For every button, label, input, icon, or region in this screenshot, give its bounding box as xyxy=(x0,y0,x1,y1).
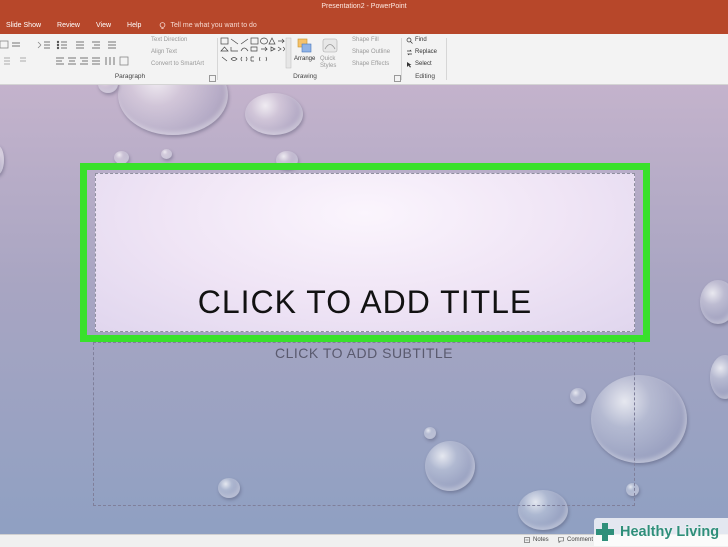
select-button[interactable]: Select xyxy=(415,61,432,67)
group-divider xyxy=(446,38,447,80)
shape-effects-button[interactable]: Shape Effects xyxy=(352,61,389,67)
subtitle-placeholder-text: CLICK TO ADD SUBTITLE xyxy=(274,345,454,361)
tab-slide-show[interactable]: Slide Show xyxy=(6,22,41,29)
quick-styles-button[interactable]: Quick Styles xyxy=(320,56,342,70)
title-placeholder[interactable]: CLICK TO ADD TITLE xyxy=(95,173,635,332)
align-text-button[interactable]: Align Text xyxy=(151,49,177,55)
lightbulb-icon xyxy=(160,21,166,29)
group-divider xyxy=(217,38,218,80)
convert-smartart-button[interactable]: Convert to SmartArt xyxy=(151,61,204,67)
editing-group-label: Editing xyxy=(415,73,435,80)
subtitle-placeholder[interactable]: CLICK TO ADD SUBTITLE xyxy=(93,342,635,506)
watermark-text: Healthy Living xyxy=(620,524,720,540)
shape-fill-button[interactable]: Shape Fill xyxy=(352,37,379,43)
quick-styles-icon[interactable] xyxy=(321,37,339,55)
ribbon-tabs: Slide Show Review View Help Tell me what… xyxy=(0,17,728,34)
water-drop xyxy=(710,355,728,399)
notes-icon xyxy=(524,537,530,543)
drawing-dialog-launcher[interactable] xyxy=(394,75,401,82)
replace-button[interactable]: Replace xyxy=(415,49,437,55)
water-drop xyxy=(245,93,303,135)
group-divider xyxy=(401,38,402,80)
health-cross-icon xyxy=(596,523,614,541)
water-drop xyxy=(0,145,4,175)
comments-button[interactable]: Comment xyxy=(558,537,593,543)
drawing-group-label: Drawing xyxy=(293,73,317,80)
text-direction-button[interactable]: Text Direction xyxy=(151,37,187,43)
title-placeholder-text: CLICK TO ADD TITLE xyxy=(197,284,533,320)
tell-me-search[interactable]: Tell me what you want to do xyxy=(159,21,257,30)
slide-canvas[interactable]: CLICK TO ADD SUBTITLE CLICK TO ADD TITLE xyxy=(0,85,728,534)
title-highlight-frame: CLICK TO ADD TITLE xyxy=(80,163,650,342)
paragraph-group-label: Paragraph xyxy=(114,73,146,80)
arrange-icon[interactable] xyxy=(296,37,314,55)
arrange-button[interactable]: Arrange xyxy=(294,56,315,62)
comments-label: Comment xyxy=(567,537,594,543)
tab-review[interactable]: Review xyxy=(57,22,80,29)
water-drop xyxy=(161,149,172,159)
list-icons[interactable] xyxy=(0,38,140,70)
title-bar: Presentation2 - PowerPoint xyxy=(0,0,728,17)
water-drop xyxy=(700,280,728,324)
water-drop xyxy=(98,85,118,93)
window-title: Presentation2 - PowerPoint xyxy=(321,3,407,10)
notes-label: Notes xyxy=(533,537,549,543)
water-drop xyxy=(118,85,228,135)
tab-view[interactable]: View xyxy=(96,22,111,29)
paragraph-dialog-launcher[interactable] xyxy=(209,75,216,82)
tab-help[interactable]: Help xyxy=(127,22,141,29)
ribbon: Text Direction Align Text Convert to Sma… xyxy=(0,34,728,85)
tell-me-placeholder: Tell me what you want to do xyxy=(170,22,257,29)
replace-icon xyxy=(407,49,412,56)
shape-outline-button[interactable]: Shape Outline xyxy=(352,49,390,55)
comment-icon xyxy=(558,537,564,543)
select-icon xyxy=(407,62,412,68)
watermark: Healthy Living xyxy=(594,518,728,546)
find-icon xyxy=(406,37,413,44)
notes-button[interactable]: Notes xyxy=(524,537,549,543)
shapes-gallery[interactable] xyxy=(220,37,292,71)
find-button[interactable]: Find xyxy=(415,37,427,43)
